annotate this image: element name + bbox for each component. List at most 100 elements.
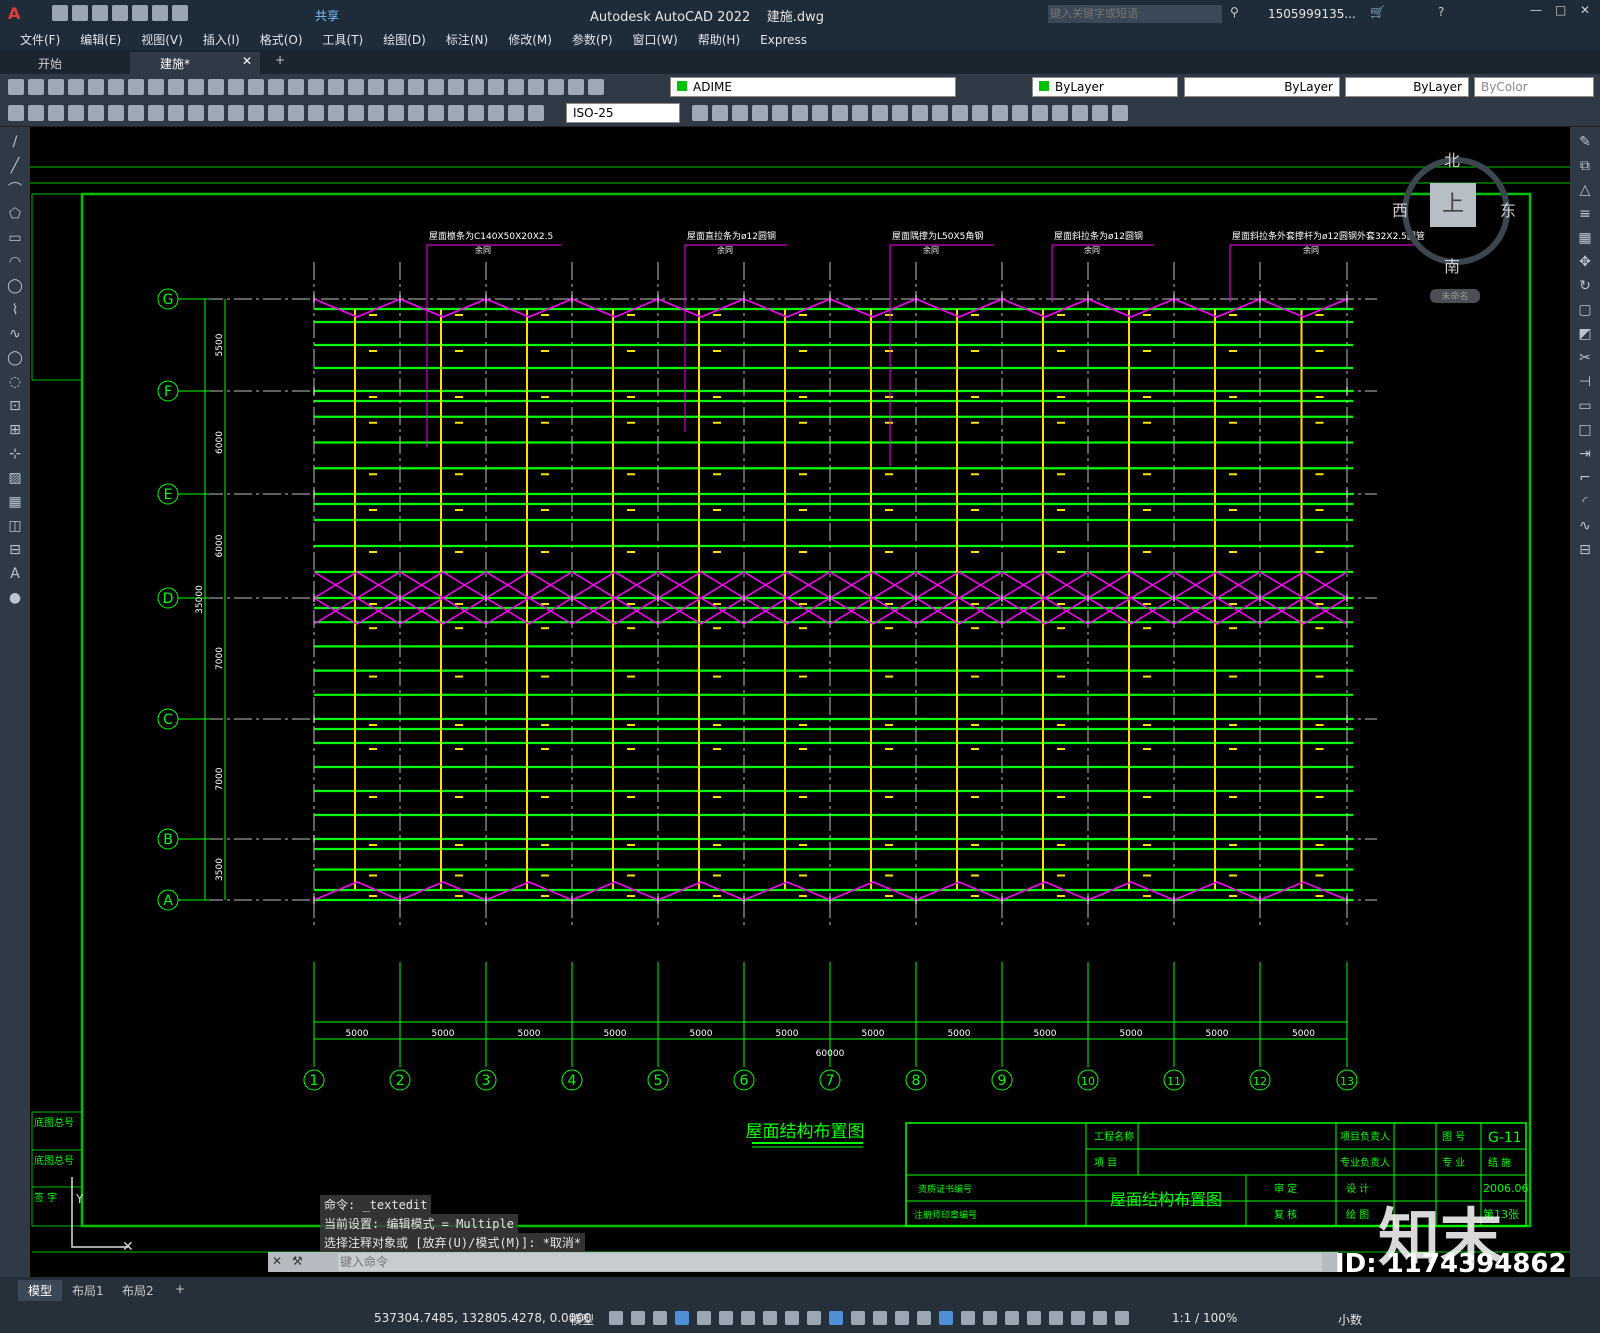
menu-item-10[interactable]: 窗口(W)	[623, 28, 688, 48]
search-icon[interactable]: ⚲	[1230, 5, 1239, 19]
status-toggle-icon-18[interactable]	[1005, 1311, 1019, 1325]
user-account[interactable]: 1505999135...	[1268, 7, 1356, 21]
plotstyle-dropdown[interactable]: ByColor	[1474, 77, 1594, 97]
modify-tool-icon-11[interactable]	[912, 105, 928, 121]
modify-tool-icon-3[interactable]: ≡	[1576, 205, 1594, 223]
standard-tool-icon-11[interactable]	[228, 79, 244, 95]
draw-tool-icon-19[interactable]: ●	[6, 589, 24, 607]
status-toggle-icon-15[interactable]	[939, 1311, 953, 1325]
menu-item-2[interactable]: 视图(V)	[131, 28, 193, 48]
draw-tool-icon-6[interactable]: ◯	[6, 277, 24, 295]
menu-item-12[interactable]: Express	[750, 30, 817, 47]
cart-icon[interactable]: 🛒	[1370, 5, 1385, 19]
standard-tool-icon-29[interactable]	[588, 79, 604, 95]
modify-tool-icon-13[interactable]	[952, 105, 968, 121]
standard-tool-icon-14[interactable]	[288, 79, 304, 95]
tab-active-drawing[interactable]: 建施* ✕	[130, 52, 260, 74]
status-toggle-icon-2[interactable]	[653, 1311, 667, 1325]
modify-tool-icon-1[interactable]	[712, 105, 728, 121]
standard-tool-icon-7[interactable]	[148, 79, 164, 95]
app-logo-icon[interactable]: A	[8, 4, 20, 23]
modify-tool-icon-15[interactable]: ◜	[1576, 493, 1594, 511]
modify-tool-icon-17[interactable]: ⊟	[1576, 541, 1594, 559]
modify-tool-icon-5[interactable]	[792, 105, 808, 121]
modify-tool-icon-7[interactable]	[832, 105, 848, 121]
status-toggle-icon-13[interactable]	[895, 1311, 909, 1325]
standard-tool-icon-9[interactable]	[188, 79, 204, 95]
dimension-tool-icon-16[interactable]	[328, 105, 344, 121]
modify-tool-icon-6[interactable]	[812, 105, 828, 121]
draw-tool-icon-5[interactable]: ◠	[6, 253, 24, 271]
status-toggle-icon-20[interactable]	[1049, 1311, 1063, 1325]
color-dropdown[interactable]: ByLayer	[1032, 77, 1178, 97]
modify-tool-icon-7[interactable]: ▢	[1576, 301, 1594, 319]
dimension-tool-icon-5[interactable]	[108, 105, 124, 121]
menu-item-3[interactable]: 插入(I)	[193, 28, 250, 48]
dimension-tool-icon-17[interactable]	[348, 105, 364, 121]
standard-tool-icon-6[interactable]	[128, 79, 144, 95]
standard-tool-icon-18[interactable]	[368, 79, 384, 95]
modify-tool-icon-9[interactable]	[872, 105, 888, 121]
status-toggle-icon-9[interactable]	[807, 1311, 821, 1325]
model-space-toggle[interactable]: 模型	[570, 1311, 594, 1328]
standard-tool-icon-25[interactable]	[508, 79, 524, 95]
draw-tool-icon-4[interactable]: ▭	[6, 229, 24, 247]
modify-tool-icon-15[interactable]	[992, 105, 1008, 121]
standard-tool-icon-28[interactable]	[568, 79, 584, 95]
standard-tools[interactable]	[6, 74, 646, 100]
draw-tool-icon-14[interactable]: ▨	[6, 469, 24, 487]
dimension-tool-icon-0[interactable]	[8, 105, 24, 121]
dimension-tool-icon-10[interactable]	[208, 105, 224, 121]
modify-tool-icon-2[interactable]: △	[1576, 181, 1594, 199]
command-input[interactable]	[338, 1253, 1322, 1271]
tab-model[interactable]: 模型	[18, 1280, 63, 1301]
draw-tool-icon-12[interactable]: ⊞	[6, 421, 24, 439]
draw-tool-icon-15[interactable]: ▦	[6, 493, 24, 511]
standard-tool-icon-27[interactable]	[548, 79, 564, 95]
standard-tool-icon-5[interactable]	[108, 79, 124, 95]
units-setting[interactable]: 小数	[1338, 1311, 1362, 1328]
standard-tool-icon-1[interactable]	[28, 79, 44, 95]
standard-tool-icon-16[interactable]	[328, 79, 344, 95]
modify-tool-icon-4[interactable]: ▦	[1576, 229, 1594, 247]
wcs-menu[interactable]: 未命名	[1430, 289, 1480, 303]
standard-tool-icon-26[interactable]	[528, 79, 544, 95]
status-toggle-icon-8[interactable]	[785, 1311, 799, 1325]
modify-tool-icon-14[interactable]	[972, 105, 988, 121]
dimension-tool-icon-14[interactable]	[288, 105, 304, 121]
tab-layout1[interactable]: 布局1	[62, 1280, 114, 1301]
dimension-tool-icon-3[interactable]	[68, 105, 84, 121]
dimension-tool-icon-11[interactable]	[228, 105, 244, 121]
dimension-tool-icon-8[interactable]	[168, 105, 184, 121]
draw-tool-icon-1[interactable]: ╱	[6, 157, 24, 175]
menu-item-9[interactable]: 参数(P)	[562, 28, 623, 48]
modify-tool-icon-1[interactable]: ⧉	[1576, 157, 1594, 175]
status-toggle-icon-10[interactable]	[829, 1311, 843, 1325]
command-line[interactable]: ✕ ⚒	[268, 1252, 1338, 1272]
modify-tool-icon-21[interactable]	[1112, 105, 1128, 121]
search-input[interactable]	[1048, 5, 1222, 23]
status-toggle-icon-1[interactable]	[631, 1311, 645, 1325]
modify-tool-icon-4[interactable]	[772, 105, 788, 121]
dimension-tool-icon-18[interactable]	[368, 105, 384, 121]
viewcube-south[interactable]: 南	[1444, 253, 1460, 277]
status-toggle-icon-5[interactable]	[719, 1311, 733, 1325]
standard-tool-icon-10[interactable]	[208, 79, 224, 95]
modify-tool-icon-18[interactable]	[1052, 105, 1068, 121]
status-toggle-icon-6[interactable]	[741, 1311, 755, 1325]
dimension-tool-icon-26[interactable]	[528, 105, 544, 121]
dimension-tool-icon-23[interactable]	[468, 105, 484, 121]
status-toggle-icon-19[interactable]	[1027, 1311, 1041, 1325]
tab-start[interactable]: 开始	[8, 52, 128, 74]
modify-tool-icon-14[interactable]: ⌐	[1576, 469, 1594, 487]
modify-tool-icon-10[interactable]	[892, 105, 908, 121]
lineweight-dropdown[interactable]: ByLayer	[1345, 77, 1469, 97]
standard-tool-icon-2[interactable]	[48, 79, 64, 95]
layer-dropdown[interactable]: ADIME	[670, 77, 956, 97]
quick-access-toolbar[interactable]	[50, 5, 190, 21]
viewcube-west[interactable]: 西	[1392, 197, 1408, 221]
draw-tool-icon-13[interactable]: ⊹	[6, 445, 24, 463]
dimension-tool-icon-1[interactable]	[28, 105, 44, 121]
modify-tools[interactable]	[690, 100, 1170, 126]
status-toggle-icon-3[interactable]	[675, 1311, 689, 1325]
